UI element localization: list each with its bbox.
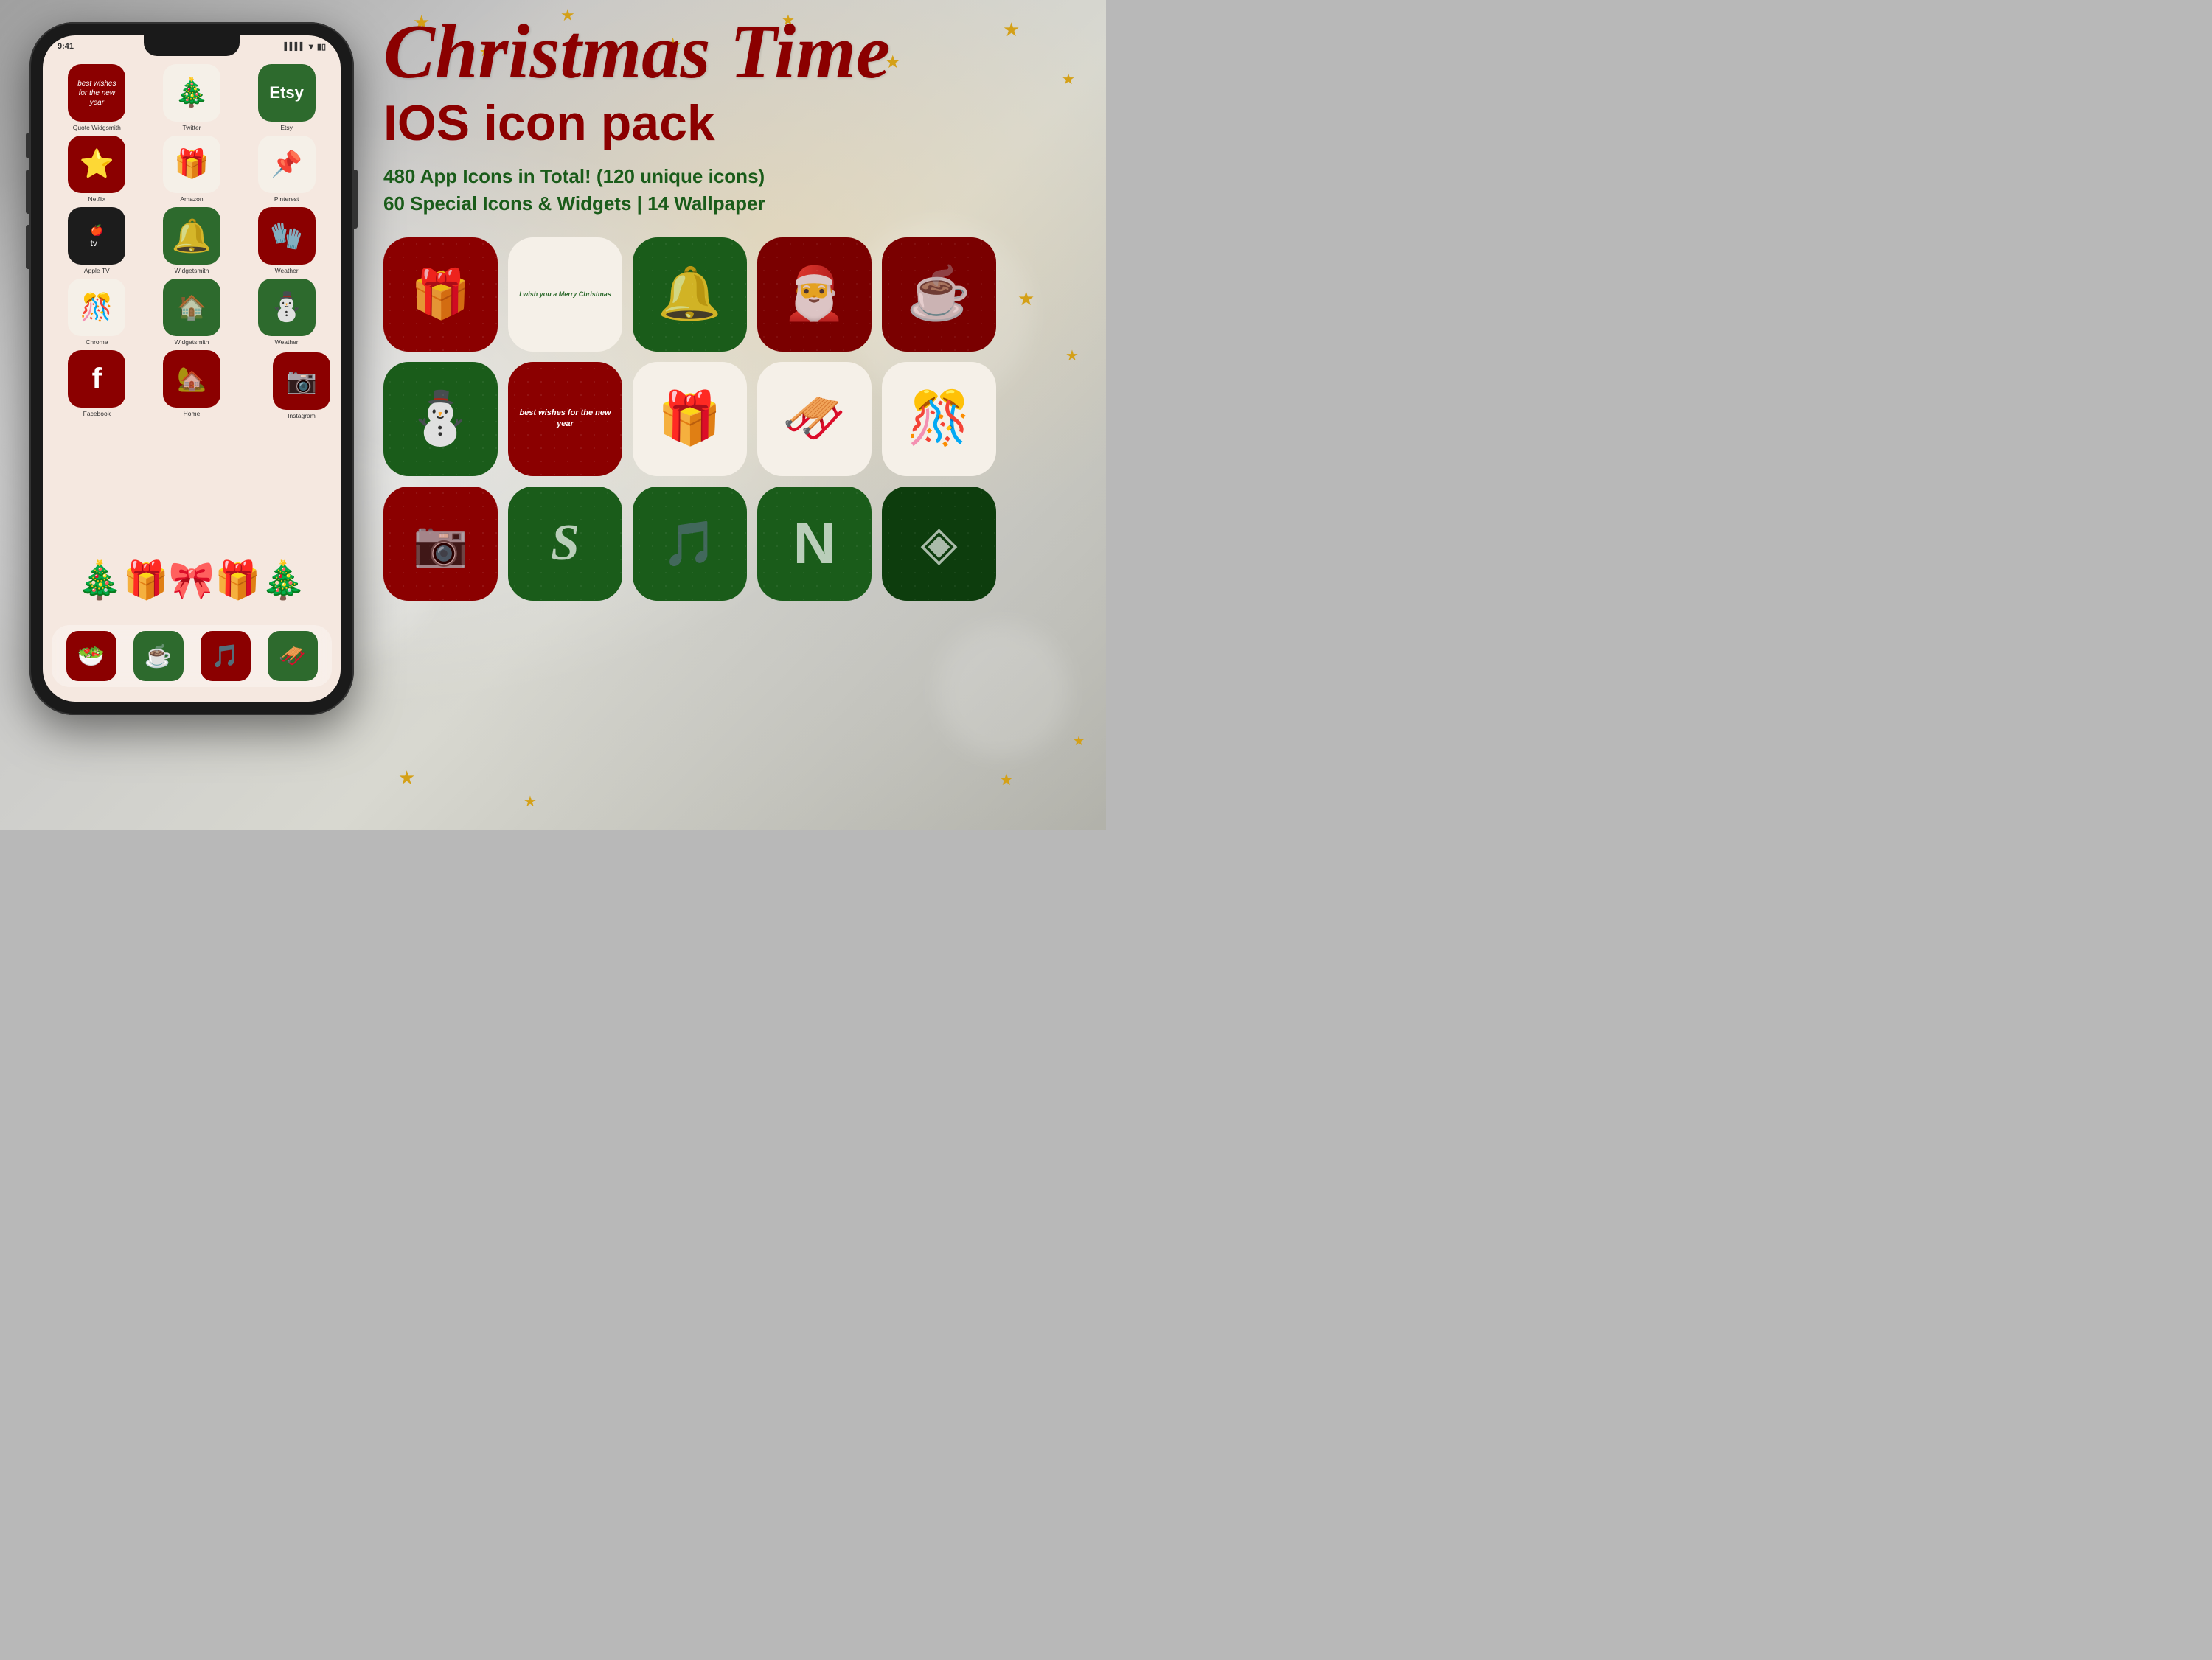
- showcase-icon-bell[interactable]: 🔔: [633, 237, 747, 352]
- dock-icon-4[interactable]: 🛷: [268, 631, 318, 681]
- app-cell-netflix[interactable]: ⭐ Netflix: [52, 136, 142, 203]
- app-cell-weather[interactable]: 🧤 Weather: [241, 207, 332, 274]
- app-label-pinterest: Pinterest: [274, 195, 299, 203]
- showcase-icon-snowman[interactable]: ⛄: [383, 362, 498, 476]
- title-ios: IOS icon pack: [383, 94, 1091, 152]
- phone-screen: 9:41 ▌▌▌▌ ▾ ▮▯ best wishes for the new y…: [43, 35, 341, 702]
- app-cell-pinterest[interactable]: 📌 Pinterest: [241, 136, 332, 203]
- showcase-icon-gift2[interactable]: 🎁: [633, 362, 747, 476]
- showcase-icon-ornament[interactable]: 🎊: [882, 362, 996, 476]
- dock-icon-3[interactable]: 🎵: [201, 631, 251, 681]
- app-cell-facebook[interactable]: f Facebook: [52, 350, 142, 417]
- app-label-weather: Weather: [275, 267, 299, 274]
- app-cell-quote[interactable]: best wishes for the new year Quote Widgs…: [52, 64, 142, 131]
- star-15: ★: [999, 770, 1014, 789]
- app-label-chrome: Chrome: [86, 338, 108, 346]
- star-13: ★: [398, 767, 415, 789]
- star-16: ★: [1073, 733, 1085, 749]
- dock-icon-2[interactable]: ☕: [133, 631, 184, 681]
- phone-container: 9:41 ▌▌▌▌ ▾ ▮▯ best wishes for the new y…: [29, 22, 354, 730]
- showcase-icon-santa-hat[interactable]: 🎅: [757, 237, 872, 352]
- showcase-row-3: 📷 S 🎵 N ◈: [383, 487, 1091, 601]
- phone-dock: 🥗 ☕ 🎵 🛷: [52, 625, 332, 687]
- showcase-icon-shazam[interactable]: S: [508, 487, 622, 601]
- app-cell-etsy[interactable]: Etsy Etsy: [241, 64, 332, 131]
- dock-icon-1[interactable]: 🥗: [66, 631, 116, 681]
- app-label-quote: Quote Widgsmith: [73, 124, 121, 131]
- xmas-decoration: 🎄🎁🎀🎁🎄: [43, 540, 341, 621]
- app-label-widgetsmith2: Widgetsmith: [175, 338, 209, 346]
- feature-line-1: 480 App Icons in Total! (120 unique icon…: [383, 165, 1091, 188]
- showcase-icon-merry[interactable]: I wish you a Merry Christmas: [508, 237, 622, 352]
- status-time: 9:41: [58, 42, 74, 51]
- app-cell-widgetsmith2[interactable]: 🏠 Widgetsmith: [147, 279, 237, 346]
- app-cell-twitter[interactable]: 🎄 Twitter: [147, 64, 237, 131]
- right-content: Christmas Time IOS icon pack 480 App Ico…: [383, 15, 1091, 601]
- status-icons: ▌▌▌▌ ▾ ▮▯: [285, 41, 326, 52]
- signal-icon: ▌▌▌▌: [285, 43, 305, 51]
- app-cell-amazon[interactable]: 🎁 Amazon: [147, 136, 237, 203]
- bokeh-4: [936, 624, 1069, 756]
- app-label-twitter: Twitter: [182, 124, 201, 131]
- app-cell-chrome[interactable]: 🎊 Chrome: [52, 279, 142, 346]
- feature-line-2: 60 Special Icons & Widgets | 14 Wallpape…: [383, 192, 1091, 215]
- showcase-icon-layers[interactable]: ◈: [882, 487, 996, 601]
- phone-notch: [144, 35, 240, 56]
- app-cell-snowman[interactable]: ⛄ Weather: [241, 279, 332, 346]
- phone-side-btn-1: [26, 133, 29, 158]
- star-14: ★: [524, 792, 537, 811]
- app-label-etsy: Etsy: [280, 124, 293, 131]
- showcase-icon-gift[interactable]: 🎁: [383, 237, 498, 352]
- app-label-appletv: Apple TV: [84, 267, 110, 274]
- phone-side-btn-right: [354, 170, 358, 229]
- app-label-instagram: Instagram: [288, 412, 316, 419]
- app-cell-bell[interactable]: 🔔 Widgetsmith: [147, 207, 237, 274]
- showcase-icon-mug[interactable]: ☕: [882, 237, 996, 352]
- app-label-netflix: Netflix: [88, 195, 106, 203]
- showcase-row-1: 🎁 I wish you a Merry Christmas 🔔 🎅 ☕: [383, 237, 1091, 352]
- app-label-amazon: Amazon: [180, 195, 203, 203]
- showcase-icon-spotify[interactable]: 🎵: [633, 487, 747, 601]
- phone-side-btn-3: [26, 225, 29, 269]
- app-cell-appletv[interactable]: 🍎tv Apple TV: [52, 207, 142, 274]
- app-label-snowman: Weather: [275, 338, 299, 346]
- showcase-icon-netflix[interactable]: N: [757, 487, 872, 601]
- app-cell-instagram[interactable]: 📷 Instagram: [273, 352, 330, 419]
- app-label-home: Home: [184, 410, 201, 417]
- phone-body: 9:41 ▌▌▌▌ ▾ ▮▯ best wishes for the new y…: [29, 22, 354, 715]
- showcase-row-2: ⛄ best wishes for the new year 🎁 🛷 🎊: [383, 362, 1091, 476]
- wifi-icon: ▾: [309, 41, 313, 52]
- app-cell-home[interactable]: 🏡 Home: [147, 350, 237, 417]
- showcase-icon-camera[interactable]: 📷: [383, 487, 498, 601]
- phone-side-btn-2: [26, 170, 29, 214]
- app-label-facebook: Facebook: [83, 410, 111, 417]
- battery-icon: ▮▯: [317, 42, 326, 52]
- app-label-bell: Widgetsmith: [175, 267, 209, 274]
- showcase-icon-sleigh[interactable]: 🛷: [757, 362, 872, 476]
- showcase-icon-best-wishes[interactable]: best wishes for the new year: [508, 362, 622, 476]
- title-christmas: Christmas Time: [383, 15, 1091, 88]
